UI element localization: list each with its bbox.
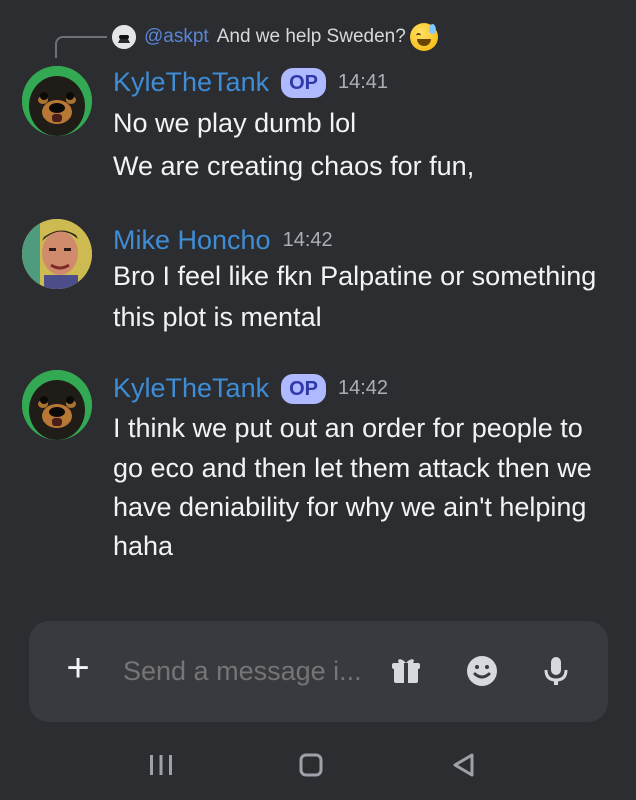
message-line: Bro I feel like fkn Palpatine or somethi… [113,261,597,291]
op-badge: OP [281,373,326,404]
reply-text: And we help Sweden? [216,26,406,47]
avatar-kylethetank[interactable] [22,370,92,440]
message-header-2: Mike Honcho 14:42 [113,225,333,256]
reply-preview[interactable]: @askpt And we help Sweden? [112,20,438,54]
message-line: go eco and then let them attack then we [113,453,592,483]
system-navigation-bar [0,735,636,800]
message-line: I think we put out an order for people t… [113,413,583,443]
message-line: No we play dumb lol [113,108,357,138]
avatar-kylethetank[interactable] [22,66,92,136]
reply-connector-line [55,36,107,58]
message-line: have deniability for why we ain't helpin… [113,492,587,522]
back-icon[interactable] [448,750,478,780]
username-kylethetank[interactable]: KyleTheTank [113,67,269,98]
recent-apps-icon[interactable] [146,750,176,780]
timestamp: 14:42 [282,229,333,251]
emoji-icon[interactable] [465,654,499,688]
reply-author[interactable]: @askpt [144,26,209,48]
message-line: We are creating chaos for fun, [113,151,475,181]
message-line: haha [113,531,174,561]
avatar-mike-honcho[interactable] [22,219,92,289]
op-badge: OP [281,67,326,98]
microphone-icon[interactable] [539,654,573,688]
home-icon[interactable] [296,750,326,780]
timestamp: 14:41 [338,71,389,93]
username-mike-honcho[interactable]: Mike Honcho [113,225,271,256]
message-line: this plot is mental [113,302,322,332]
message-header-1: KyleTheTank OP 14:41 [113,67,388,98]
reply-avatar [112,25,136,49]
gift-icon[interactable] [389,654,423,688]
username-kylethetank[interactable]: KyleTheTank [113,373,269,404]
timestamp: 14:42 [338,377,389,399]
sweat-smile-emoji-icon [409,23,438,51]
message-header-3: KyleTheTank OP 14:42 [113,373,388,404]
plus-icon[interactable]: + [61,648,95,688]
message-composer: + [29,621,608,722]
message-input[interactable] [121,651,365,691]
